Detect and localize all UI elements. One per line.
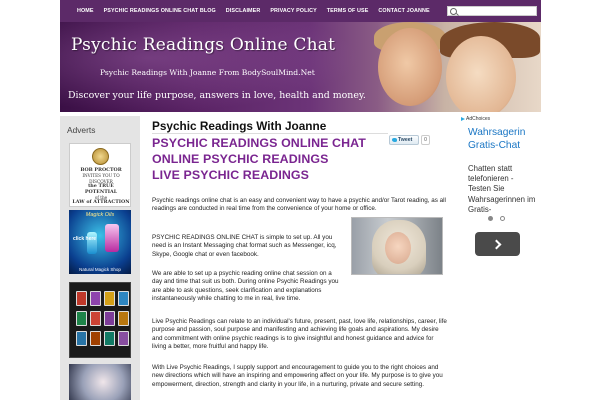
bob-ad-line6: LAW of ATTRACTION bbox=[72, 199, 130, 206]
tarot-card-icon bbox=[104, 311, 115, 326]
top-nav: HOME PSYCHIC READINGS ONLINE CHAT BLOG D… bbox=[60, 0, 541, 22]
bob-ad-text: BOB PROCTOR INVITES YOU TO DISCOVER the … bbox=[72, 167, 130, 206]
header-banner: Psychic Readings Online Chat Psychic Rea… bbox=[60, 22, 541, 112]
nav-disclaimer[interactable]: DISCLAIMER bbox=[221, 8, 266, 14]
paragraph-session: We are able to set up a psychic reading … bbox=[152, 270, 339, 303]
couple-face-woman bbox=[446, 36, 516, 112]
heading-chat: PSYCHIC READINGS ONLINE CHAT bbox=[152, 136, 366, 150]
paragraph-intro: Psychic readings online chat is an easy … bbox=[152, 197, 446, 213]
tarot-card-icon bbox=[76, 291, 87, 306]
magick-ad-title: Magick Oils bbox=[85, 212, 115, 218]
photo-face bbox=[385, 232, 411, 264]
nav-blog[interactable]: PSYCHIC READINGS ONLINE CHAT BLOG bbox=[99, 8, 221, 14]
paragraph-live: Live Psychic Readings can relate to an i… bbox=[152, 318, 447, 351]
oil-bottle-icon bbox=[105, 224, 119, 252]
adchoices-badge[interactable]: AdChoices bbox=[461, 116, 490, 122]
couple-face-man bbox=[378, 28, 442, 106]
search-input[interactable] bbox=[447, 6, 537, 16]
ad-next-button[interactable] bbox=[475, 232, 520, 256]
tarot-card-icon bbox=[90, 311, 101, 326]
tarot-card-icon bbox=[118, 291, 129, 306]
right-ad: AdChoices Wahrsagerin Gratis-Chat Chatte… bbox=[459, 116, 539, 400]
paragraph-support: With Live Psychic Readings, I supply sup… bbox=[152, 364, 443, 388]
carousel-dot[interactable] bbox=[500, 216, 505, 221]
seal-icon bbox=[92, 148, 109, 165]
twitter-bird-icon bbox=[392, 138, 397, 142]
title-divider bbox=[152, 133, 388, 134]
nav-contact[interactable]: CONTACT JOANNE bbox=[373, 8, 434, 14]
couple-photo bbox=[360, 22, 541, 112]
tarot-card-icon bbox=[118, 311, 129, 326]
magick-ad-click: click here bbox=[73, 236, 97, 242]
tarot-card-icon bbox=[90, 291, 101, 306]
tarot-card-icon bbox=[104, 331, 115, 346]
tweet-label: Tweet bbox=[398, 137, 413, 143]
joanne-photo bbox=[351, 217, 443, 275]
tarot-cards-ad[interactable] bbox=[69, 282, 131, 358]
tarot-card-icon bbox=[76, 311, 87, 326]
ad-headline-link[interactable]: Wahrsagerin Gratis-Chat bbox=[468, 127, 538, 152]
site-tagline: Discover your life purpose, answers in l… bbox=[68, 90, 366, 101]
carousel-dot-active[interactable] bbox=[488, 216, 493, 221]
ad-body-text: Chatten statt telefonieren - Testen Sie … bbox=[468, 164, 536, 214]
nav-privacy-policy[interactable]: PRIVACY POLICY bbox=[265, 8, 321, 14]
magick-ad-shop: Natural Magick Shop bbox=[79, 267, 121, 272]
adchoices-icon bbox=[461, 117, 465, 121]
tarot-card-icon bbox=[104, 291, 115, 306]
nav-terms-of-use[interactable]: TERMS OF USE bbox=[322, 8, 374, 14]
magick-oils-ad[interactable]: Magick Oils click here Natural Magick Sh… bbox=[69, 210, 131, 274]
main-content: Psychic Readings With Joanne Tweet 0 PSY… bbox=[148, 116, 453, 400]
tweet-button[interactable]: Tweet bbox=[389, 135, 419, 145]
heading-online: ONLINE PSYCHIC READINGS bbox=[152, 152, 329, 166]
paragraph-setup: PSYCHIC READINGS ONLINE CHAT is simple t… bbox=[152, 234, 337, 258]
tarot-card-icon bbox=[118, 331, 129, 346]
site-title[interactable]: Psychic Readings Online Chat bbox=[71, 35, 335, 55]
sidebar-title: Adverts bbox=[67, 125, 96, 135]
heading-live: LIVE PSYCHIC READINGS bbox=[152, 168, 310, 182]
site-subtitle: Psychic Readings With Joanne From BodySo… bbox=[100, 68, 315, 77]
nav-home[interactable]: HOME bbox=[60, 8, 99, 14]
psychic-portrait-ad[interactable] bbox=[69, 364, 131, 400]
adchoices-label: AdChoices bbox=[466, 116, 491, 122]
tarot-card-icon bbox=[76, 331, 87, 346]
chevron-right-icon bbox=[491, 239, 501, 249]
bob-proctor-ad[interactable]: BOB PROCTOR INVITES YOU TO DISCOVER the … bbox=[69, 143, 131, 207]
sidebar-adverts: Adverts BOB PROCTOR INVITES YOU TO DISCO… bbox=[60, 116, 140, 400]
page-title: Psychic Readings With Joanne bbox=[152, 119, 327, 133]
search-icon bbox=[450, 7, 457, 15]
page: HOME PSYCHIC READINGS ONLINE CHAT BLOG D… bbox=[0, 0, 600, 400]
tarot-card-icon bbox=[90, 331, 101, 346]
tweet-count: 0 bbox=[421, 135, 430, 145]
bob-ad-line4: the TRUE POTENTIAL bbox=[84, 183, 118, 195]
